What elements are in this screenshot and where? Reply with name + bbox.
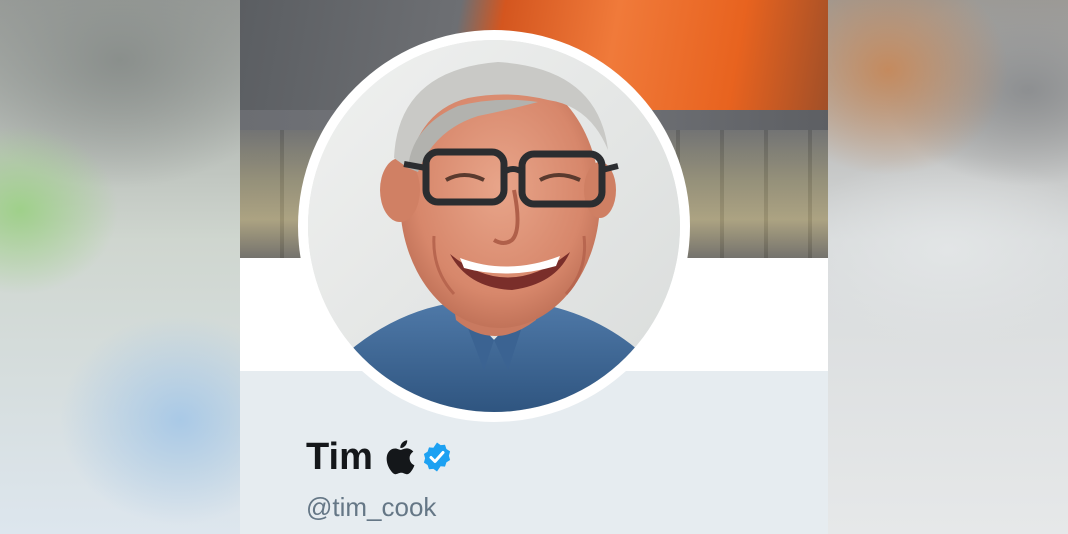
profile-display-name[interactable]: Tim [306, 438, 373, 476]
apple-logo-icon [385, 439, 415, 475]
profile-name-row: Tim [306, 438, 453, 476]
blurred-background-right [828, 0, 1068, 534]
profile-card: Tim @tim_cook [240, 0, 828, 534]
profile-photo [308, 40, 680, 412]
screenshot-stage: Tim @tim_cook [0, 0, 1068, 534]
blurred-background-left [0, 0, 240, 534]
profile-handle[interactable]: @tim_cook [306, 494, 436, 520]
verified-badge-icon[interactable] [421, 441, 453, 473]
avatar[interactable] [308, 40, 680, 412]
